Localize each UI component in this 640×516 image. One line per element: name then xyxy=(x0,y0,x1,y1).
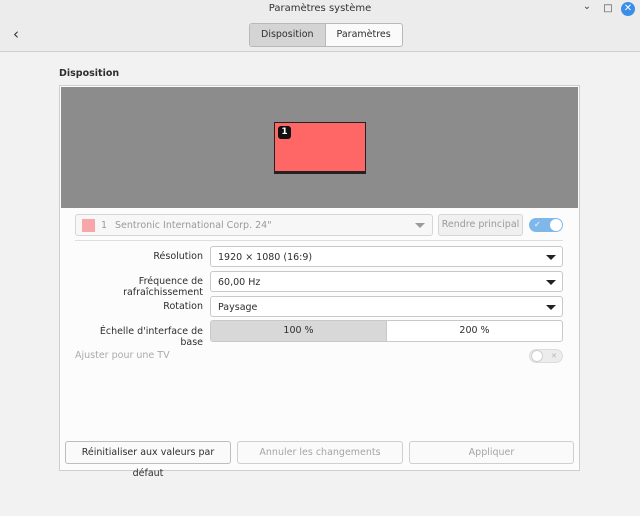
monitor-selector-number: 1 xyxy=(101,220,108,231)
display-arrangement-preview: 1 xyxy=(61,87,578,208)
refresh-rate-dropdown[interactable]: 60,00 Hz xyxy=(210,271,563,292)
divider xyxy=(75,240,563,241)
tv-adjust-label: Ajuster pour une TV xyxy=(75,350,170,361)
scale-option-100[interactable]: 100 % xyxy=(211,321,387,341)
back-button[interactable]: ‹ xyxy=(8,26,24,42)
scale-selector: 100 % 200 % xyxy=(210,320,563,342)
minimize-icon: ⌄ xyxy=(582,1,592,12)
resolution-value: 1920 × 1080 (16:9) xyxy=(218,252,313,263)
check-icon: ✓ xyxy=(534,220,541,229)
maximize-button[interactable]: □ xyxy=(601,2,615,16)
reset-defaults-button[interactable]: Réinitialiser aux valeurs par défaut xyxy=(65,441,231,479)
tab-parametres[interactable]: Paramètres xyxy=(326,24,402,46)
cancel-changes-button[interactable]: Annuler les changements xyxy=(237,441,403,464)
chevron-down-icon xyxy=(546,280,556,285)
monitor-selector[interactable]: 1 Sentronic International Corp. 24" xyxy=(75,214,433,236)
monitor-number-badge: 1 xyxy=(278,126,291,139)
refresh-rate-label: Fréquence de rafraîchissement xyxy=(123,276,203,298)
switch-knob xyxy=(550,219,562,231)
tv-adjust-switch[interactable]: ✕ xyxy=(529,349,563,363)
resolution-label: Résolution xyxy=(153,251,203,262)
window-title: Paramètres système xyxy=(268,3,372,14)
maximize-icon: □ xyxy=(603,3,613,14)
rotation-dropdown[interactable]: Paysage xyxy=(210,296,563,317)
section-title: Disposition xyxy=(59,68,120,79)
refresh-rate-value: 60,00 Hz xyxy=(218,277,261,288)
title-bar: Paramètres système ‹ ⌄ □ ✕ Disposition P… xyxy=(0,0,640,52)
monitor-enable-switch[interactable]: ✓ xyxy=(529,218,563,232)
tab-disposition[interactable]: Disposition xyxy=(250,24,326,46)
chevron-down-icon xyxy=(546,255,556,260)
rotation-label: Rotation xyxy=(163,301,203,312)
scale-option-200[interactable]: 200 % xyxy=(387,321,562,341)
x-icon: ✕ xyxy=(551,352,557,360)
view-switcher: Disposition Paramètres xyxy=(249,23,403,47)
back-arrow-icon: ‹ xyxy=(13,25,19,43)
apply-button[interactable]: Appliquer xyxy=(409,441,574,464)
scale-label: Échelle d'interface de base xyxy=(99,326,203,348)
close-icon: ✕ xyxy=(623,3,633,14)
display-panel: 1 1 Sentronic International Corp. 24" Re… xyxy=(59,85,580,479)
chevron-down-icon xyxy=(546,305,556,310)
switch-knob xyxy=(531,350,543,362)
close-button[interactable]: ✕ xyxy=(621,2,635,16)
monitor-selector-name: Sentronic International Corp. 24" xyxy=(115,220,272,231)
monitor-1-preview[interactable]: 1 xyxy=(274,122,366,174)
rotation-value: Paysage xyxy=(218,302,258,313)
minimize-button[interactable]: ⌄ xyxy=(580,0,594,14)
chevron-down-icon xyxy=(415,223,425,228)
set-primary-button[interactable]: Rendre principal xyxy=(438,214,523,236)
resolution-dropdown[interactable]: 1920 × 1080 (16:9) xyxy=(210,246,563,267)
monitor-color-swatch xyxy=(82,219,95,232)
